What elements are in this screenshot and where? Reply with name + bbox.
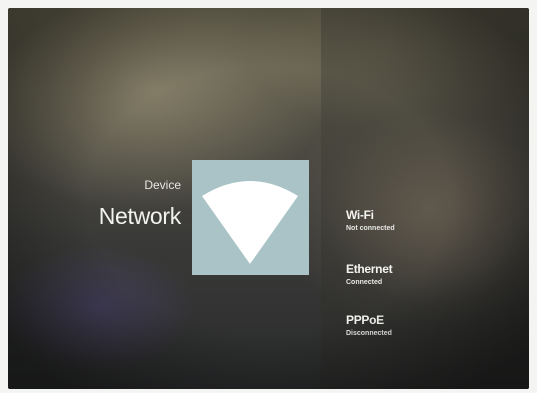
menu-item-pppoe[interactable]: PPPoE Disconnected <box>346 313 392 337</box>
wifi-signal-icon <box>202 181 298 264</box>
wifi-wedge <box>202 181 298 264</box>
menu-item-title: Ethernet <box>346 262 393 276</box>
category-title: Network <box>98 203 182 229</box>
menu-item-status: Disconnected <box>346 330 392 337</box>
menu-item-status: Not connected <box>346 225 395 232</box>
category-label: Device <box>144 178 181 192</box>
photo-frame: Device Network Wi-Fi Not connected Ether… <box>0 0 537 393</box>
network-tile[interactable] <box>192 160 309 275</box>
tv-screen: Device Network Wi-Fi Not connected Ether… <box>8 8 529 389</box>
menu-item-ethernet[interactable]: Ethernet Connected <box>346 262 393 286</box>
menu-item-title: Wi-Fi <box>346 208 374 222</box>
menu-item-title: PPPoE <box>346 313 384 327</box>
menu-item-wifi[interactable]: Wi-Fi Not connected <box>346 208 395 232</box>
menu-item-status: Connected <box>346 279 383 286</box>
